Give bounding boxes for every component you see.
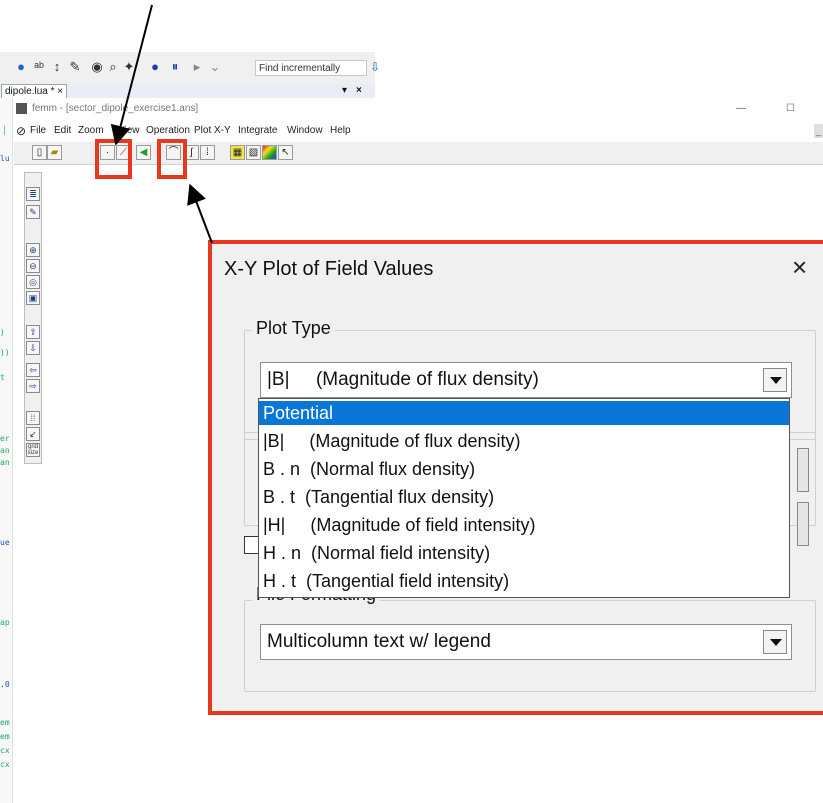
arrow-to-xy-plot-button <box>187 183 213 244</box>
annotation-arrows <box>110 4 213 244</box>
arrow-to-contour-button <box>110 4 153 146</box>
